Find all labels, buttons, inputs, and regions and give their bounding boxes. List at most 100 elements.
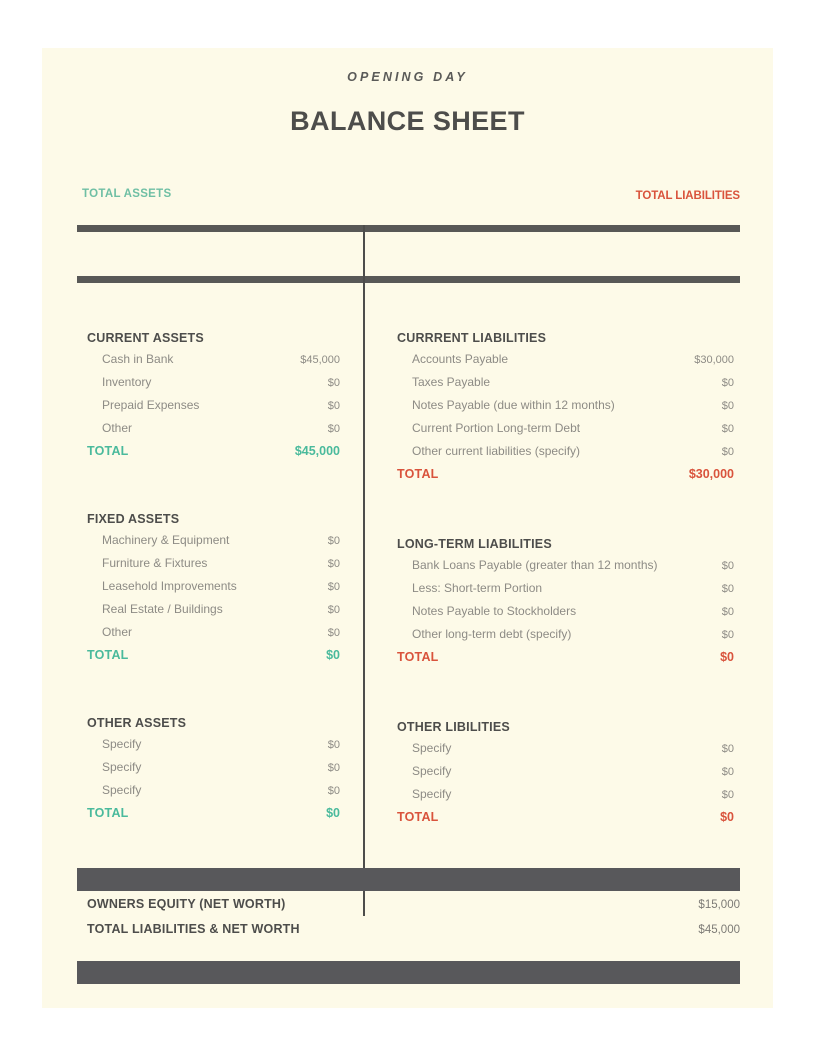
- other-liabilities-total-row: TOTAL $0: [397, 810, 734, 835]
- table-row: Leasehold Improvements $0: [87, 579, 340, 602]
- summary-section: OWNERS EQUITY (NET WORTH) $15,000 TOTAL …: [87, 897, 740, 947]
- fixed-assets-title: FIXED ASSETS: [87, 512, 180, 526]
- row-value: $0: [327, 377, 340, 389]
- liabilities-column: CURRRENT LIABILITIES Accounts Payable $3…: [397, 331, 734, 835]
- row-label: Accounts Payable: [412, 352, 509, 366]
- current-liabilities-block: CURRRENT LIABILITIES Accounts Payable $3…: [397, 331, 734, 492]
- current-liabilities-title: CURRRENT LIABILITIES: [397, 331, 547, 345]
- summary-value: $15,000: [698, 899, 740, 911]
- row-value: $30,000: [694, 354, 734, 366]
- column-divider: [363, 225, 365, 916]
- total-label: TOTAL: [87, 648, 129, 662]
- fixed-assets-block: FIXED ASSETS Machinery & Equipment $0 Fu…: [87, 512, 340, 673]
- table-row: Notes Payable to Stockholders $0: [397, 604, 734, 627]
- table-row: Taxes Payable $0: [397, 375, 734, 398]
- table-row: Specify $0: [87, 783, 340, 806]
- row-value: $0: [721, 606, 734, 618]
- row-label: Leasehold Improvements: [102, 579, 237, 593]
- row-label: Prepaid Expenses: [102, 398, 200, 412]
- row-value: $0: [721, 560, 734, 572]
- row-label: Taxes Payable: [412, 375, 491, 389]
- row-value: $0: [327, 400, 340, 412]
- row-value: $0: [721, 446, 734, 458]
- table-row: Specify $0: [397, 764, 734, 787]
- table-row: Current Portion Long-term Debt $0: [397, 421, 734, 444]
- current-assets-title: CURRENT ASSETS: [87, 331, 204, 345]
- row-label: Specify: [102, 783, 142, 797]
- table-row: Accounts Payable $30,000: [397, 352, 734, 375]
- row-value: $45,000: [300, 354, 340, 366]
- table-row: Other current liabilities (specify) $0: [397, 444, 734, 467]
- table-row: Other $0: [87, 625, 340, 648]
- table-row: Notes Payable (due within 12 months) $0: [397, 398, 734, 421]
- summary-label: OWNERS EQUITY (NET WORTH): [87, 897, 286, 911]
- total-value: $30,000: [688, 467, 734, 481]
- longterm-liabilities-total-row: TOTAL $0: [397, 650, 734, 675]
- total-label: TOTAL: [397, 467, 439, 481]
- row-value: $0: [721, 423, 734, 435]
- table-row: Specify $0: [397, 741, 734, 764]
- table-row: Specify $0: [87, 760, 340, 783]
- table-row: Cash in Bank $45,000: [87, 352, 340, 375]
- row-label: Real Estate / Buildings: [102, 602, 223, 616]
- total-value: $45,000: [294, 444, 340, 458]
- owners-equity-row: OWNERS EQUITY (NET WORTH) $15,000: [87, 897, 740, 922]
- summary-bar-top: [77, 868, 740, 891]
- row-value: $0: [327, 785, 340, 797]
- row-label: Specify: [102, 760, 142, 774]
- table-row: Machinery & Equipment $0: [87, 533, 340, 556]
- row-value: $0: [327, 535, 340, 547]
- row-label: Cash in Bank: [102, 352, 174, 366]
- row-value: $0: [327, 423, 340, 435]
- row-value: $0: [721, 377, 734, 389]
- row-label: Other current liabilities (specify): [412, 444, 581, 458]
- table-row: Other $0: [87, 421, 340, 444]
- table-row: Real Estate / Buildings $0: [87, 602, 340, 625]
- row-label: Bank Loans Payable (greater than 12 mont…: [412, 558, 658, 572]
- current-liabilities-total-row: TOTAL $30,000: [397, 467, 734, 492]
- row-value: $0: [721, 629, 734, 641]
- table-row: Furniture & Fixtures $0: [87, 556, 340, 579]
- longterm-liabilities-title: LONG-TERM LIABILITIES: [397, 537, 552, 551]
- total-label: TOTAL: [397, 650, 439, 664]
- row-label: Notes Payable to Stockholders: [412, 604, 577, 618]
- table-row: Specify $0: [397, 787, 734, 810]
- row-label: Specify: [102, 737, 142, 751]
- table-row: Other long-term debt (specify) $0: [397, 627, 734, 650]
- longterm-liabilities-block: LONG-TERM LIABILITIES Bank Loans Payable…: [397, 537, 734, 675]
- other-liabilities-title: OTHER LIBILITIES: [397, 720, 510, 734]
- total-label: TOTAL: [397, 810, 439, 824]
- other-assets-total-row: TOTAL $0: [87, 806, 340, 831]
- total-value: $0: [326, 806, 340, 820]
- total-value: $0: [720, 810, 734, 824]
- row-label: Notes Payable (due within 12 months): [412, 398, 615, 412]
- row-label: Specify: [412, 787, 452, 801]
- table-row: Inventory $0: [87, 375, 340, 398]
- row-label: Other long-term debt (specify): [412, 627, 572, 641]
- summary-value: $45,000: [698, 924, 740, 936]
- column-captions: TOTAL ASSETS TOTAL LIABILITIES: [77, 188, 740, 206]
- table-row: Specify $0: [87, 737, 340, 760]
- row-label: Inventory: [102, 375, 152, 389]
- row-label: Furniture & Fixtures: [102, 556, 208, 570]
- summary-bar-bottom: [77, 961, 740, 984]
- header-rule-second: [77, 276, 740, 283]
- row-value: $0: [721, 743, 734, 755]
- row-label: Machinery & Equipment: [102, 533, 230, 547]
- row-value: $0: [327, 604, 340, 616]
- row-value: $0: [721, 789, 734, 801]
- total-liabilities-net-worth-row: TOTAL LIABILITIES & NET WORTH $45,000: [87, 922, 740, 947]
- row-value: $0: [327, 558, 340, 570]
- header-rule-top: [77, 225, 740, 232]
- row-value: $0: [327, 581, 340, 593]
- current-assets-total-row: TOTAL $45,000: [87, 444, 340, 469]
- other-assets-block: OTHER ASSETS Specify $0 Specify $0 Speci…: [87, 716, 340, 831]
- row-value: $0: [721, 766, 734, 778]
- table-row: Less: Short-term Portion $0: [397, 581, 734, 604]
- total-value: $0: [720, 650, 734, 664]
- summary-label: TOTAL LIABILITIES & NET WORTH: [87, 922, 300, 936]
- document-header: OPENING DAY BALANCE SHEET: [42, 48, 773, 137]
- row-value: $0: [327, 762, 340, 774]
- assets-column: CURRENT ASSETS Cash in Bank $45,000 Inve…: [87, 331, 340, 831]
- total-liabilities-caption: TOTAL LIABILITIES: [635, 190, 740, 202]
